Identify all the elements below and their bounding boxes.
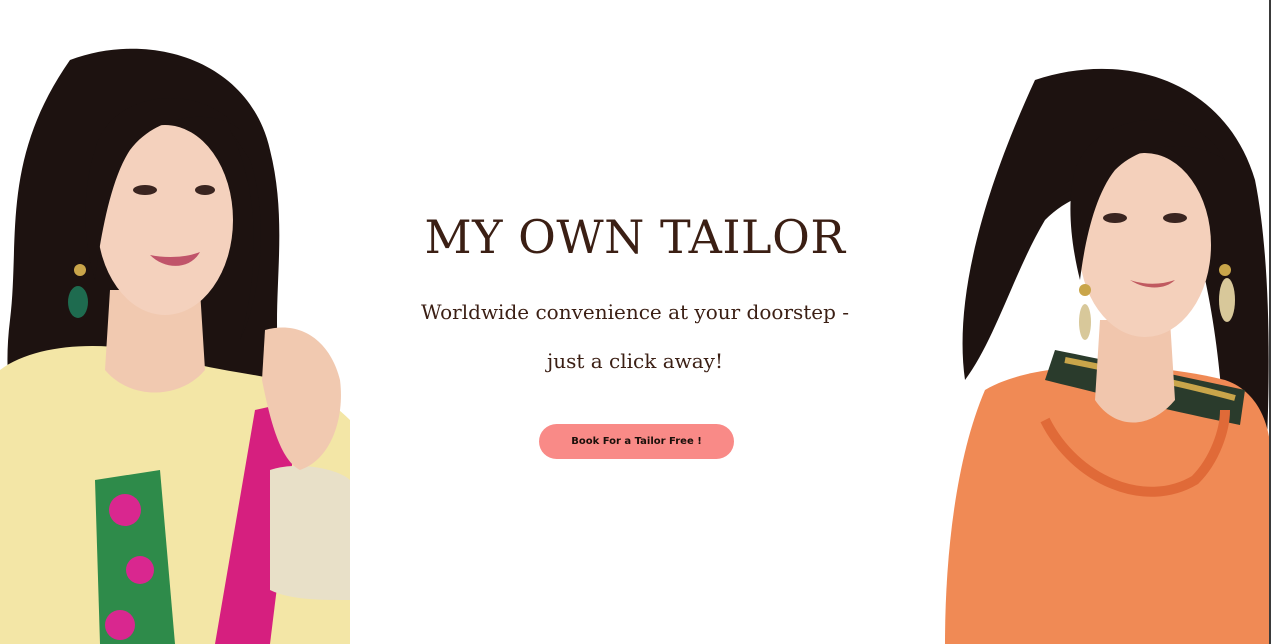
book-tailor-button[interactable]: Book For a Tailor Free ! (539, 424, 734, 459)
hero-section: MY OWN TAILOR Worldwide convenience at y… (380, 0, 890, 644)
site-title: MY OWN TAILOR (424, 210, 846, 264)
right-model-image (925, 60, 1271, 644)
landing-page: MY OWN TAILOR Worldwide convenience at y… (0, 0, 1271, 644)
tagline-line-1: Worldwide convenience at your doorstep - (420, 300, 850, 324)
tagline-line-2: just a click away! (547, 349, 723, 373)
left-model-image (0, 40, 360, 644)
